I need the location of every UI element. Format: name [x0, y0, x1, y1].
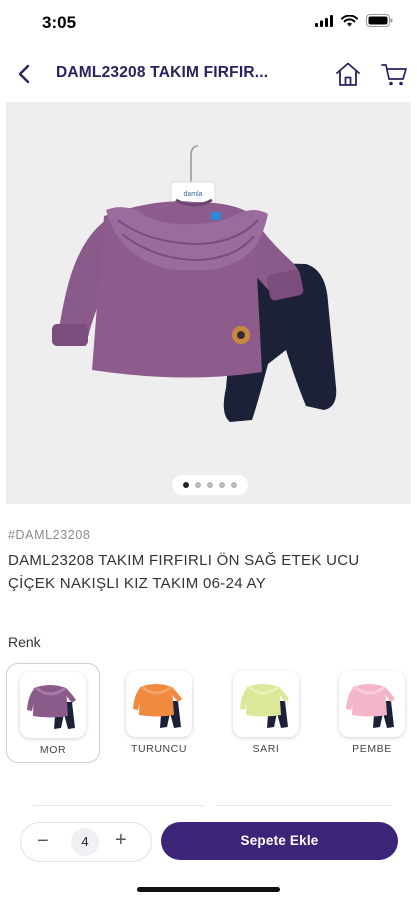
hanger-brand-text: damla — [183, 191, 202, 198]
cart-button[interactable] — [380, 60, 408, 88]
battery-icon — [366, 14, 393, 27]
color-option-mor[interactable]: MOR — [6, 663, 100, 763]
quantity-increase-button[interactable]: + — [115, 829, 127, 851]
add-to-cart-button[interactable]: Sepete Ekle — [161, 822, 398, 860]
back-button[interactable] — [10, 60, 38, 88]
quantity-decrease-button[interactable]: − — [37, 830, 49, 852]
carousel-dot[interactable] — [219, 482, 225, 488]
color-option-label: SARI — [252, 743, 280, 755]
section-divider — [34, 805, 204, 806]
page-title: DAML23208 TAKIM FIRFIR... — [56, 64, 269, 81]
home-indicator — [137, 887, 280, 892]
color-option-label: PEMBE — [352, 743, 392, 755]
color-thumbnail — [339, 671, 405, 737]
color-option-turuncu[interactable]: TURUNCU — [113, 663, 205, 761]
product-sku: #DAML23208 — [8, 528, 91, 542]
quantity-value: 4 — [71, 828, 99, 856]
color-thumbnail — [126, 671, 192, 737]
home-button[interactable] — [334, 60, 362, 88]
color-thumbnail — [20, 672, 86, 738]
color-option-label: MOR — [39, 744, 67, 756]
product-image-carousel[interactable]: damla — [6, 102, 411, 504]
carousel-dot[interactable] — [195, 482, 201, 488]
color-option-pembe[interactable]: PEMBE — [326, 663, 417, 761]
app-header: DAML23208 TAKIM FIRFIR... — [0, 46, 417, 102]
carousel-dot[interactable] — [183, 482, 189, 488]
section-divider — [216, 805, 392, 806]
color-label: Renk — [8, 634, 41, 650]
carousel-dot[interactable] — [207, 482, 213, 488]
home-icon — [336, 62, 360, 86]
wifi-icon — [341, 14, 358, 26]
status-bar: 3:05 — [0, 0, 417, 46]
color-thumbnail — [233, 671, 299, 737]
product-photo: damla — [6, 102, 411, 504]
product-title: DAML23208 TAKIM FIRFIRLI ÖN SAĞ ETEK UCU… — [8, 552, 360, 592]
carousel-dots — [172, 475, 248, 495]
status-time: 3:05 — [42, 13, 77, 32]
chevron-left-icon — [18, 64, 30, 84]
signal-icon — [315, 14, 333, 27]
color-option-label: TURUNCU — [130, 743, 188, 755]
carousel-dot[interactable] — [231, 482, 237, 488]
color-option-sari[interactable]: SARI — [220, 663, 312, 761]
cart-icon — [381, 64, 407, 86]
quantity-stepper: − 4 + — [20, 822, 152, 862]
status-icons — [315, 14, 393, 27]
